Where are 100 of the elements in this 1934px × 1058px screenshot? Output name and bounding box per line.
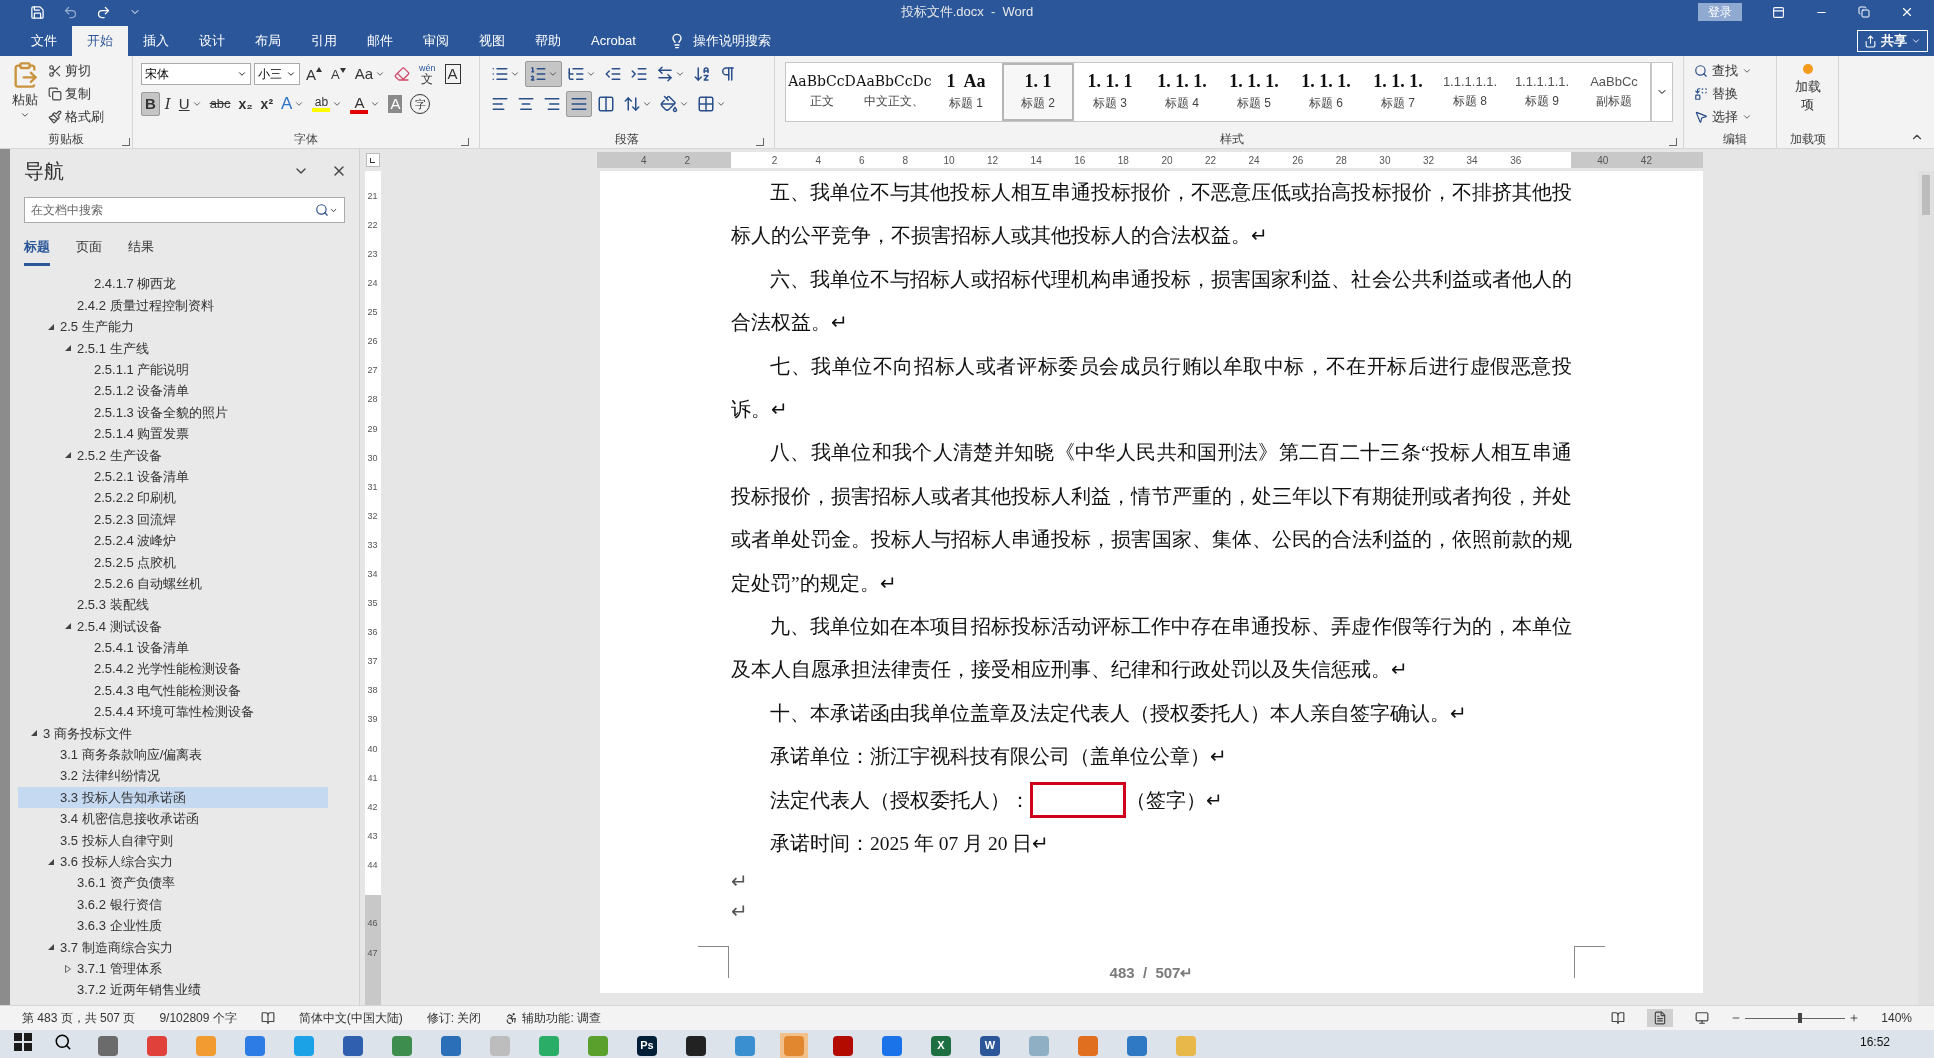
ribbon-display-icon[interactable] <box>1772 5 1785 19</box>
style-item[interactable]: 1.1.1.1.1. 标题 8 <box>1434 63 1506 121</box>
proofing-icon[interactable] <box>260 1011 275 1025</box>
style-item[interactable]: 1. 1. 1 标题 3 <box>1074 63 1146 121</box>
highlight-button[interactable]: ab <box>309 92 346 116</box>
heading-item[interactable]: 3 商务投标文件 <box>18 722 328 745</box>
heading-item[interactable]: 3.4 机密信息接收承诺函 <box>18 808 328 830</box>
word-count[interactable]: 9/102809 个字 <box>159 1009 237 1027</box>
restore-icon[interactable] <box>1858 6 1870 18</box>
pane-tab[interactable]: 标题 <box>24 237 50 266</box>
numbering-button[interactable] <box>525 61 562 87</box>
heading-item[interactable]: 3.6.3 企业性质 <box>18 915 328 937</box>
heading-item[interactable]: 2.5.4 测试设备 <box>18 615 328 638</box>
heading-item[interactable]: 2.5.4.4 环境可靠性检测设备 <box>18 701 328 723</box>
heading-item[interactable]: 2.5.2.3 回流焊 <box>18 508 328 531</box>
style-item[interactable]: AaBbCcD 正文 <box>786 63 858 121</box>
heading-item[interactable]: 2.5.2.4 波峰炉 <box>18 530 328 552</box>
style-item[interactable]: 1 Aa 标题 1 <box>930 63 1002 121</box>
heading-item[interactable]: 3.5 投标人自律守则 <box>18 829 328 852</box>
app-icon[interactable]: X <box>931 1035 951 1056</box>
triangle-icon[interactable] <box>46 322 55 331</box>
zoom-in-icon[interactable] <box>1849 1013 1860 1023</box>
heading-item[interactable]: 2.5.1.4 购置发票 <box>18 423 328 445</box>
heading-item[interactable]: 2.4.1.7 柳西龙 <box>18 273 328 295</box>
italic-button[interactable]: I <box>161 92 174 116</box>
style-item[interactable]: 1. 1 标题 2 <box>1002 63 1074 121</box>
heading-item[interactable]: 3.6.2 银行资信 <box>18 893 328 916</box>
language[interactable]: 简体中文(中国大陆) <box>298 1009 403 1027</box>
paste-button[interactable]: 粘贴 <box>8 60 42 130</box>
triangle-icon[interactable] <box>63 964 72 973</box>
style-item[interactable]: 1. 1. 1. 标题 5 <box>1218 63 1290 121</box>
style-item[interactable]: AaBbCc 副标题 <box>1578 63 1650 121</box>
accessibility-icon[interactable] <box>505 1011 519 1025</box>
heading-item[interactable]: 3.2 法律纠纷情况 <box>18 765 328 787</box>
zoom-slider[interactable] <box>1745 1013 1846 1023</box>
justify-button[interactable] <box>566 91 592 117</box>
heading-item[interactable]: 3.1 商务条款响应/偏离表 <box>18 744 328 766</box>
triangle-icon[interactable] <box>46 857 55 866</box>
heading-item[interactable]: 3.3 投标人告知承诺函 <box>18 786 328 809</box>
font-name-field[interactable]: 宋体 <box>141 63 251 85</box>
heading-item[interactable]: 2.4.2 质量过程控制资料 <box>18 294 328 317</box>
heading-item[interactable]: 2.5.2.6 自动螺丝机 <box>18 572 328 595</box>
read-mode-icon[interactable] <box>1611 1011 1626 1025</box>
accessibility-status[interactable]: 辅助功能: 调查 <box>522 1009 602 1027</box>
subscript-button[interactable]: x₂ <box>235 92 256 116</box>
underline-button[interactable]: U <box>175 92 205 116</box>
scrollbar[interactable] <box>1918 171 1934 1005</box>
zoom-level[interactable]: 140% <box>1881 1009 1912 1027</box>
heading-item[interactable]: 2.5.2.1 设备清单 <box>18 466 328 488</box>
ribbon-tab[interactable]: 开始 <box>72 26 128 56</box>
app-icon[interactable] <box>686 1035 706 1056</box>
phonetic-button[interactable]: wén 文 <box>416 62 439 86</box>
ribbon-tab[interactable]: 布局 <box>240 26 296 56</box>
tab-selector-icon[interactable] <box>365 153 380 167</box>
cut-button[interactable]: 剪切 <box>48 60 104 82</box>
addins-button[interactable]: 加载项 <box>1792 64 1823 130</box>
dialog-launcher-icon[interactable] <box>122 138 130 146</box>
ribbon-tab[interactable]: 帮助 <box>520 26 576 56</box>
strike-button[interactable]: abc <box>206 92 234 116</box>
heading-item[interactable]: 3.7.2 近两年销售业绩 <box>18 979 328 1001</box>
heading-item[interactable]: 2.5.1 生产线 <box>18 337 328 360</box>
style-item[interactable]: 1. 1. 1. 标题 7 <box>1362 63 1434 121</box>
heading-item[interactable]: 2.5.2 生产设备 <box>18 444 328 466</box>
heading-item[interactable]: 2.5.4.2 光学性能检测设备 <box>18 658 328 680</box>
style-item[interactable]: 1.1.1.1.1. 标题 9 <box>1506 63 1578 121</box>
heading-item[interactable]: 3.6 投标人综合实力 <box>18 851 328 873</box>
replace-button[interactable]: 替换 <box>1694 82 1776 105</box>
heading-item[interactable]: 2.5.4.1 设备清单 <box>18 637 328 659</box>
grow-button[interactable]: A <box>303 62 325 86</box>
dialog-launcher-icon[interactable] <box>1669 138 1677 146</box>
style-item[interactable]: 1. 1. 1. 标题 6 <box>1290 63 1362 121</box>
heading-item[interactable]: 3.7 制造商综合实力 <box>18 936 328 958</box>
triangle-icon[interactable] <box>63 344 72 353</box>
app-icon[interactable]: Ps <box>637 1035 657 1056</box>
ribbon-tab[interactable]: Acrobat <box>576 26 651 56</box>
search-icon[interactable] <box>54 1033 72 1051</box>
ribbon-tab[interactable]: 审阅 <box>408 26 464 56</box>
triangle-icon[interactable] <box>63 451 72 460</box>
page-count[interactable]: 第 483 页，共 507 页 <box>22 1009 136 1027</box>
pane-tab[interactable]: 页面 <box>76 237 102 266</box>
painter-button[interactable]: 格式刷 <box>48 106 104 128</box>
search-field[interactable]: 在文档中搜索 <box>31 201 291 219</box>
triangle-icon[interactable] <box>29 729 38 738</box>
heading-item[interactable]: 3.6.1 资产负债率 <box>18 872 328 894</box>
shrink-button[interactable]: A <box>328 62 349 86</box>
zoom-thumb[interactable] <box>1798 1013 1803 1023</box>
windows-icon[interactable] <box>14 1033 32 1051</box>
heading-item[interactable]: 2.5 生产能力 <box>18 316 328 338</box>
superscript-button[interactable]: x² <box>257 92 277 116</box>
ribbon-tab[interactable]: 邮件 <box>352 26 408 56</box>
ribbon-tab[interactable]: 文件 <box>16 26 72 56</box>
style-item[interactable]: AaBbCcDc 中文正文、 <box>858 63 930 121</box>
ribbon-tab[interactable]: 视图 <box>464 26 520 56</box>
triangle-icon[interactable] <box>46 943 55 952</box>
style-item[interactable]: 1. 1. 1. 标题 4 <box>1146 63 1218 121</box>
find-button[interactable]: 查找 <box>1694 59 1776 82</box>
ribbon-tab[interactable]: 设计 <box>184 26 240 56</box>
close-icon[interactable] <box>1900 5 1914 19</box>
heading-item[interactable]: 2.5.2.5 点胶机 <box>18 551 328 573</box>
copy-button[interactable]: 复制 <box>48 83 104 105</box>
